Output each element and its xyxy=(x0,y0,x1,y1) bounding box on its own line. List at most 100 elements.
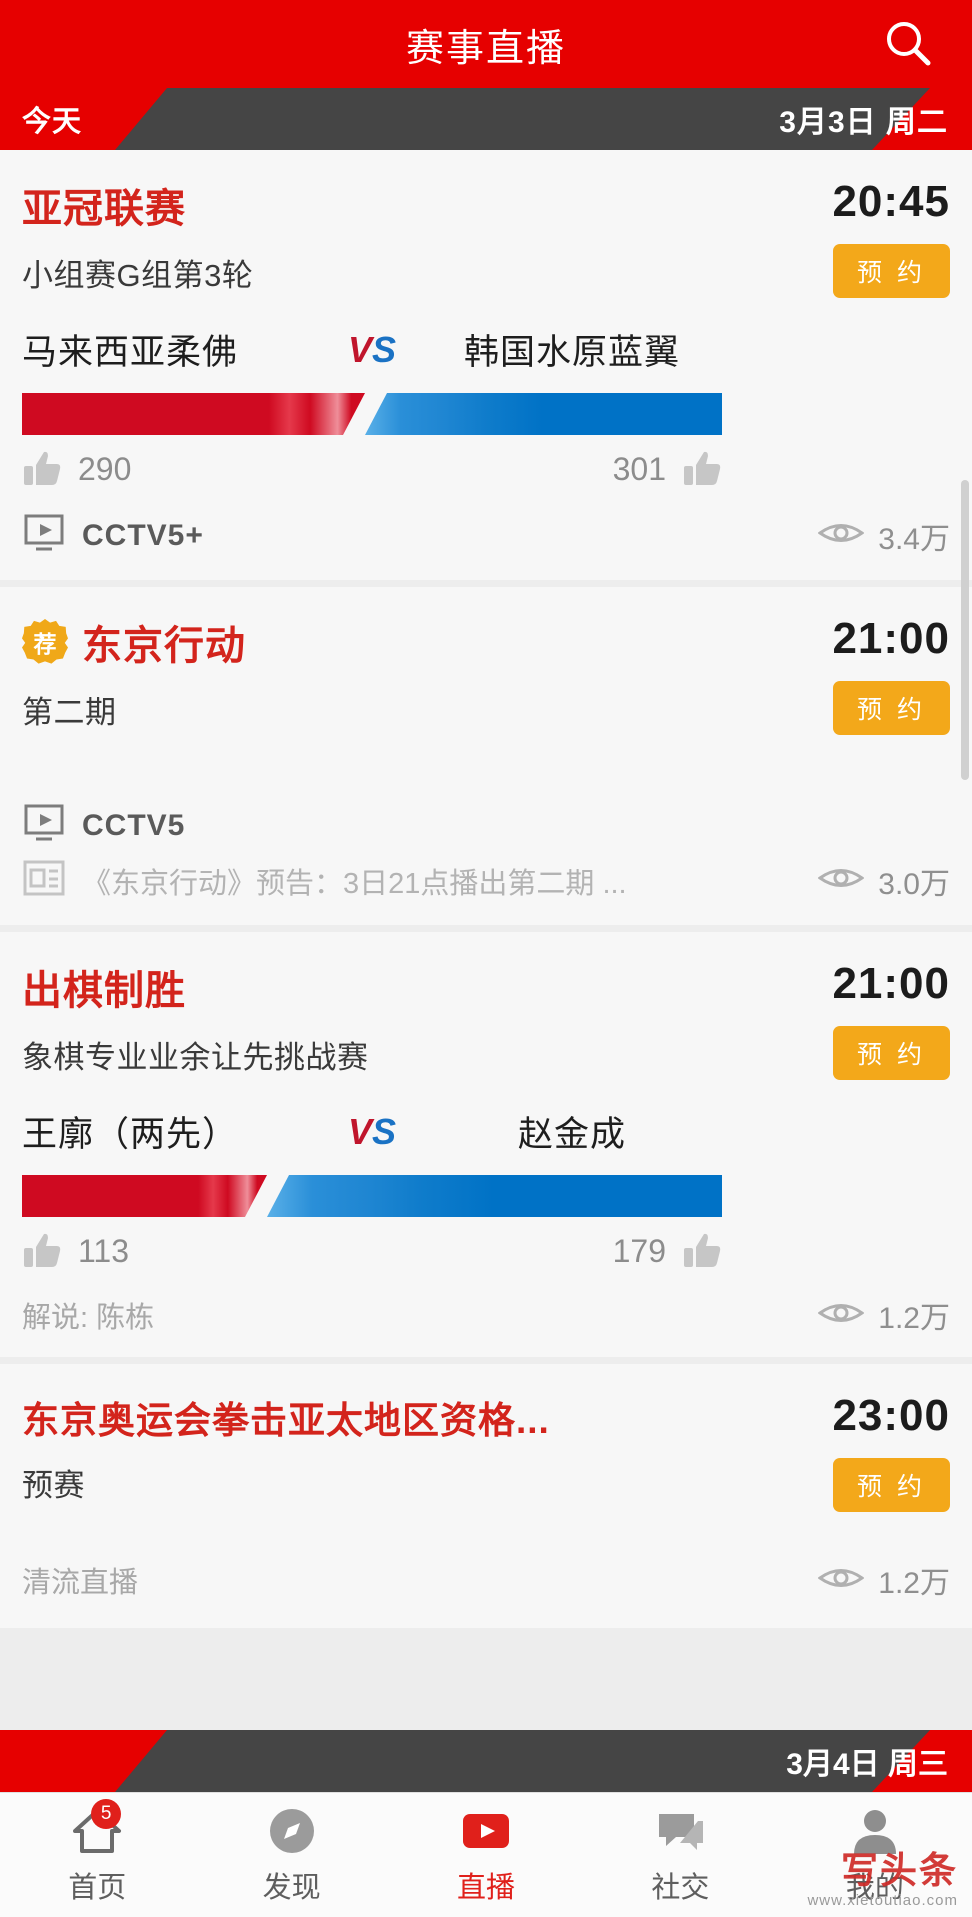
channel-name: CCTV5 xyxy=(82,808,186,842)
vs-label: VS xyxy=(322,1111,422,1153)
card-meta-row: CCTV5 xyxy=(22,801,950,858)
card-description: 《东京行动》预告：3日21点播出第二期 ... xyxy=(82,867,627,900)
chat-icon xyxy=(654,1805,706,1857)
app-header: 赛事直播 xyxy=(0,0,972,88)
channel-name: 清流直播 xyxy=(22,1567,139,1599)
tab-discover-label: 发现 xyxy=(262,1871,321,1904)
votes-left-count: 290 xyxy=(78,450,132,487)
card-spacer xyxy=(22,735,950,801)
team-left-name: 王廓（两先） xyxy=(22,1115,239,1154)
tab-live[interactable]: 直播 xyxy=(389,1805,583,1906)
tab-home[interactable]: 5 首页 xyxy=(0,1798,194,1906)
votes-right-count: 301 xyxy=(612,450,666,487)
channel-info[interactable]: CCTV5+ xyxy=(22,511,204,560)
today-tab[interactable]: 今天 xyxy=(22,88,82,150)
tab-social[interactable]: 社交 xyxy=(583,1805,777,1906)
team-left-name: 马来西亚柔佛 xyxy=(22,333,239,372)
reserve-button[interactable]: 预 约 xyxy=(833,1026,950,1080)
card-meta-row: 清流直播 1.2万 xyxy=(22,1558,950,1628)
view-count: 3.4万 xyxy=(878,522,950,556)
tab-home-label: 首页 xyxy=(68,1871,127,1904)
compass-icon xyxy=(266,1805,318,1857)
current-date-label: 3月3日 周二 xyxy=(779,106,948,139)
card-time: 21:00 xyxy=(832,614,950,663)
vs-letter-s: S xyxy=(372,1110,397,1152)
card-title: 出棋制胜 xyxy=(22,969,186,1013)
card-description-row[interactable]: 《东京行动》预告：3日21点播出第二期 ... 3.0万 xyxy=(22,858,950,925)
program-card[interactable]: 荐 东京行动 第二期 21:00 预 约 CCTV5 《东京行动》预告：3日21… xyxy=(0,580,972,925)
tab-live-label: 直播 xyxy=(457,1871,516,1904)
team-right-name: 赵金成 xyxy=(517,1115,626,1154)
person-icon xyxy=(849,1805,901,1857)
vote-bar-left[interactable] xyxy=(22,1175,267,1217)
search-icon[interactable] xyxy=(880,16,936,72)
card-meta-row: CCTV5+ 3.4万 xyxy=(22,511,950,580)
recommend-badge-label: 荐 xyxy=(33,631,57,657)
vote-bar-right[interactable] xyxy=(365,393,722,435)
reserve-button[interactable]: 预 约 xyxy=(833,244,950,298)
votes-right-count: 179 xyxy=(612,1232,666,1269)
commentator-label: 解说: 陈栋 xyxy=(22,1302,155,1334)
view-count-group: 1.2万 xyxy=(817,1293,950,1337)
tab-social-label: 社交 xyxy=(651,1871,710,1904)
view-count: 3.0万 xyxy=(878,867,950,901)
vote-bar-right[interactable] xyxy=(267,1175,722,1217)
next-day-bar: 3月4日 周三 xyxy=(0,1730,972,1792)
thumbs-up-icon[interactable] xyxy=(682,1231,722,1271)
card-title: 东京行动 xyxy=(82,624,246,668)
vote-counts-row: 113 179 xyxy=(22,1231,722,1271)
card-subtitle: 第二期 xyxy=(22,695,117,730)
channel-name: CCTV5+ xyxy=(82,518,204,552)
vs-letter-v: V xyxy=(347,328,372,370)
view-count: 1.2万 xyxy=(878,1567,950,1600)
tab-discover[interactable]: 发现 xyxy=(194,1805,388,1906)
eye-icon xyxy=(817,518,865,553)
list-scrollbar[interactable] xyxy=(961,480,969,780)
card-title: 亚冠联赛 xyxy=(22,187,186,231)
date-bar: 今天 3月3日 周二 xyxy=(0,88,972,150)
matchup-row: 王廓（两先） VS 赵金成 xyxy=(22,1106,722,1157)
card-subtitle: 象棋专业业余让先挑战赛 xyxy=(22,1040,369,1075)
vs-label: VS xyxy=(322,329,422,371)
vs-letter-s: S xyxy=(372,328,397,370)
news-article-icon xyxy=(22,858,66,903)
card-title: 东京奥运会拳击亚太地区资格... xyxy=(22,1400,550,1441)
reserve-button[interactable]: 预 约 xyxy=(833,681,950,735)
vote-bar-left[interactable] xyxy=(22,393,365,435)
program-card[interactable]: 东京奥运会拳击亚太地区资格... 预赛 23:00 预 约 清流直播 1.2万 xyxy=(0,1357,972,1628)
vote-counts-row: 290 301 xyxy=(22,449,722,489)
matchup-row: 马来西亚柔佛 VS 韩国水原蓝翼 xyxy=(22,324,722,375)
thumbs-up-icon[interactable] xyxy=(682,449,722,489)
channel-info[interactable]: CCTV5 xyxy=(22,801,185,850)
live-play-icon xyxy=(460,1805,512,1857)
card-subtitle: 小组赛G组第3轮 xyxy=(22,258,254,293)
vote-bar[interactable] xyxy=(22,393,722,435)
view-count-group: 3.4万 xyxy=(817,514,950,558)
view-count: 1.2万 xyxy=(878,1302,950,1335)
card-subtitle: 预赛 xyxy=(22,1468,85,1503)
thumbs-up-icon[interactable] xyxy=(22,449,62,489)
eye-icon xyxy=(817,863,865,898)
thumbs-up-icon[interactable] xyxy=(22,1231,62,1271)
tab-profile-label: 我的 xyxy=(845,1871,904,1904)
next-day-date-label: 3月4日 周三 xyxy=(786,1748,948,1781)
card-meta-row: 解说: 陈栋 1.2万 xyxy=(22,1293,950,1357)
reserve-button[interactable]: 预 约 xyxy=(833,1458,950,1512)
team-right-name: 韩国水原蓝翼 xyxy=(463,333,680,372)
view-count-group: 3.0万 xyxy=(817,859,950,903)
vote-bar[interactable] xyxy=(22,1175,722,1217)
card-time: 21:00 xyxy=(832,959,950,1008)
eye-icon xyxy=(817,1298,865,1333)
vs-letter-v: V xyxy=(347,1110,372,1152)
card-time: 23:00 xyxy=(832,1391,950,1440)
card-time: 20:45 xyxy=(832,177,950,226)
program-list[interactable]: 亚冠联赛 小组赛G组第3轮 20:45 预 约 马来西亚柔佛 VS 韩国水原蓝翼 xyxy=(0,150,972,1792)
page-title: 赛事直播 xyxy=(405,27,566,70)
recommend-badge: 荐 xyxy=(22,619,68,665)
tab-profile[interactable]: 我的 xyxy=(778,1805,972,1906)
program-card[interactable]: 出棋制胜 象棋专业业余让先挑战赛 21:00 预 约 王廓（两先） VS 赵金成 xyxy=(0,925,972,1357)
card-spacer xyxy=(22,1512,950,1558)
votes-left-count: 113 xyxy=(78,1232,130,1269)
tv-monitor-icon xyxy=(22,511,66,560)
program-card[interactable]: 亚冠联赛 小组赛G组第3轮 20:45 预 约 马来西亚柔佛 VS 韩国水原蓝翼 xyxy=(0,150,972,580)
